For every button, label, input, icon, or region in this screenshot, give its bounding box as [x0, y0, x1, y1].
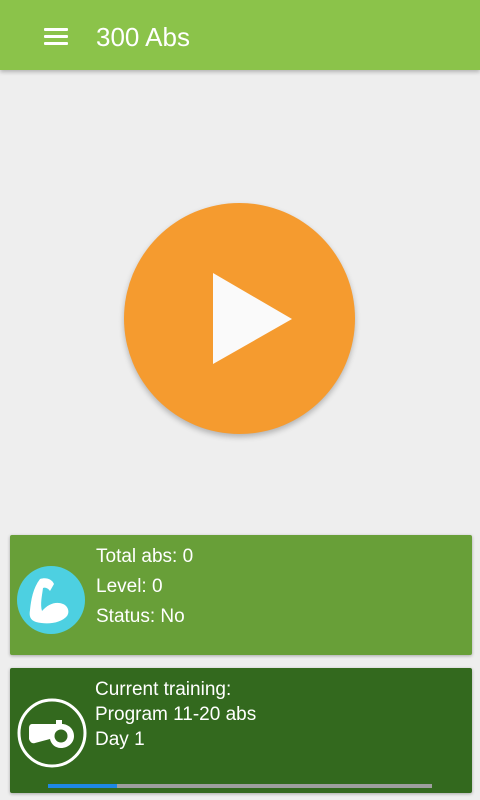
training-progress-bar: [48, 784, 432, 788]
training-progress-fill: [48, 784, 118, 788]
play-icon: [213, 273, 292, 364]
whistle-icon: [17, 698, 87, 768]
training-day: Day 1: [95, 729, 145, 750]
start-workout-button[interactable]: [124, 203, 355, 434]
app-screen: 300 Abs Total abs: 0 Level: 0 Status: No…: [0, 0, 480, 800]
app-bar: 300 Abs: [0, 0, 480, 70]
current-training-card[interactable]: Current training: Program 11-20 abs Day …: [10, 668, 472, 793]
hamburger-menu-icon[interactable]: [34, 17, 78, 57]
training-program: Program 11-20 abs: [95, 704, 257, 725]
stats-card: Total abs: 0 Level: 0 Status: No: [10, 535, 472, 655]
status-text: Status: No: [96, 606, 185, 627]
level-text: Level: 0: [96, 576, 163, 597]
flexed-arm-icon: [17, 566, 85, 634]
total-abs-text: Total abs: 0: [96, 546, 194, 567]
app-title: 300 Abs: [96, 22, 190, 52]
training-heading: Current training:: [95, 679, 232, 700]
